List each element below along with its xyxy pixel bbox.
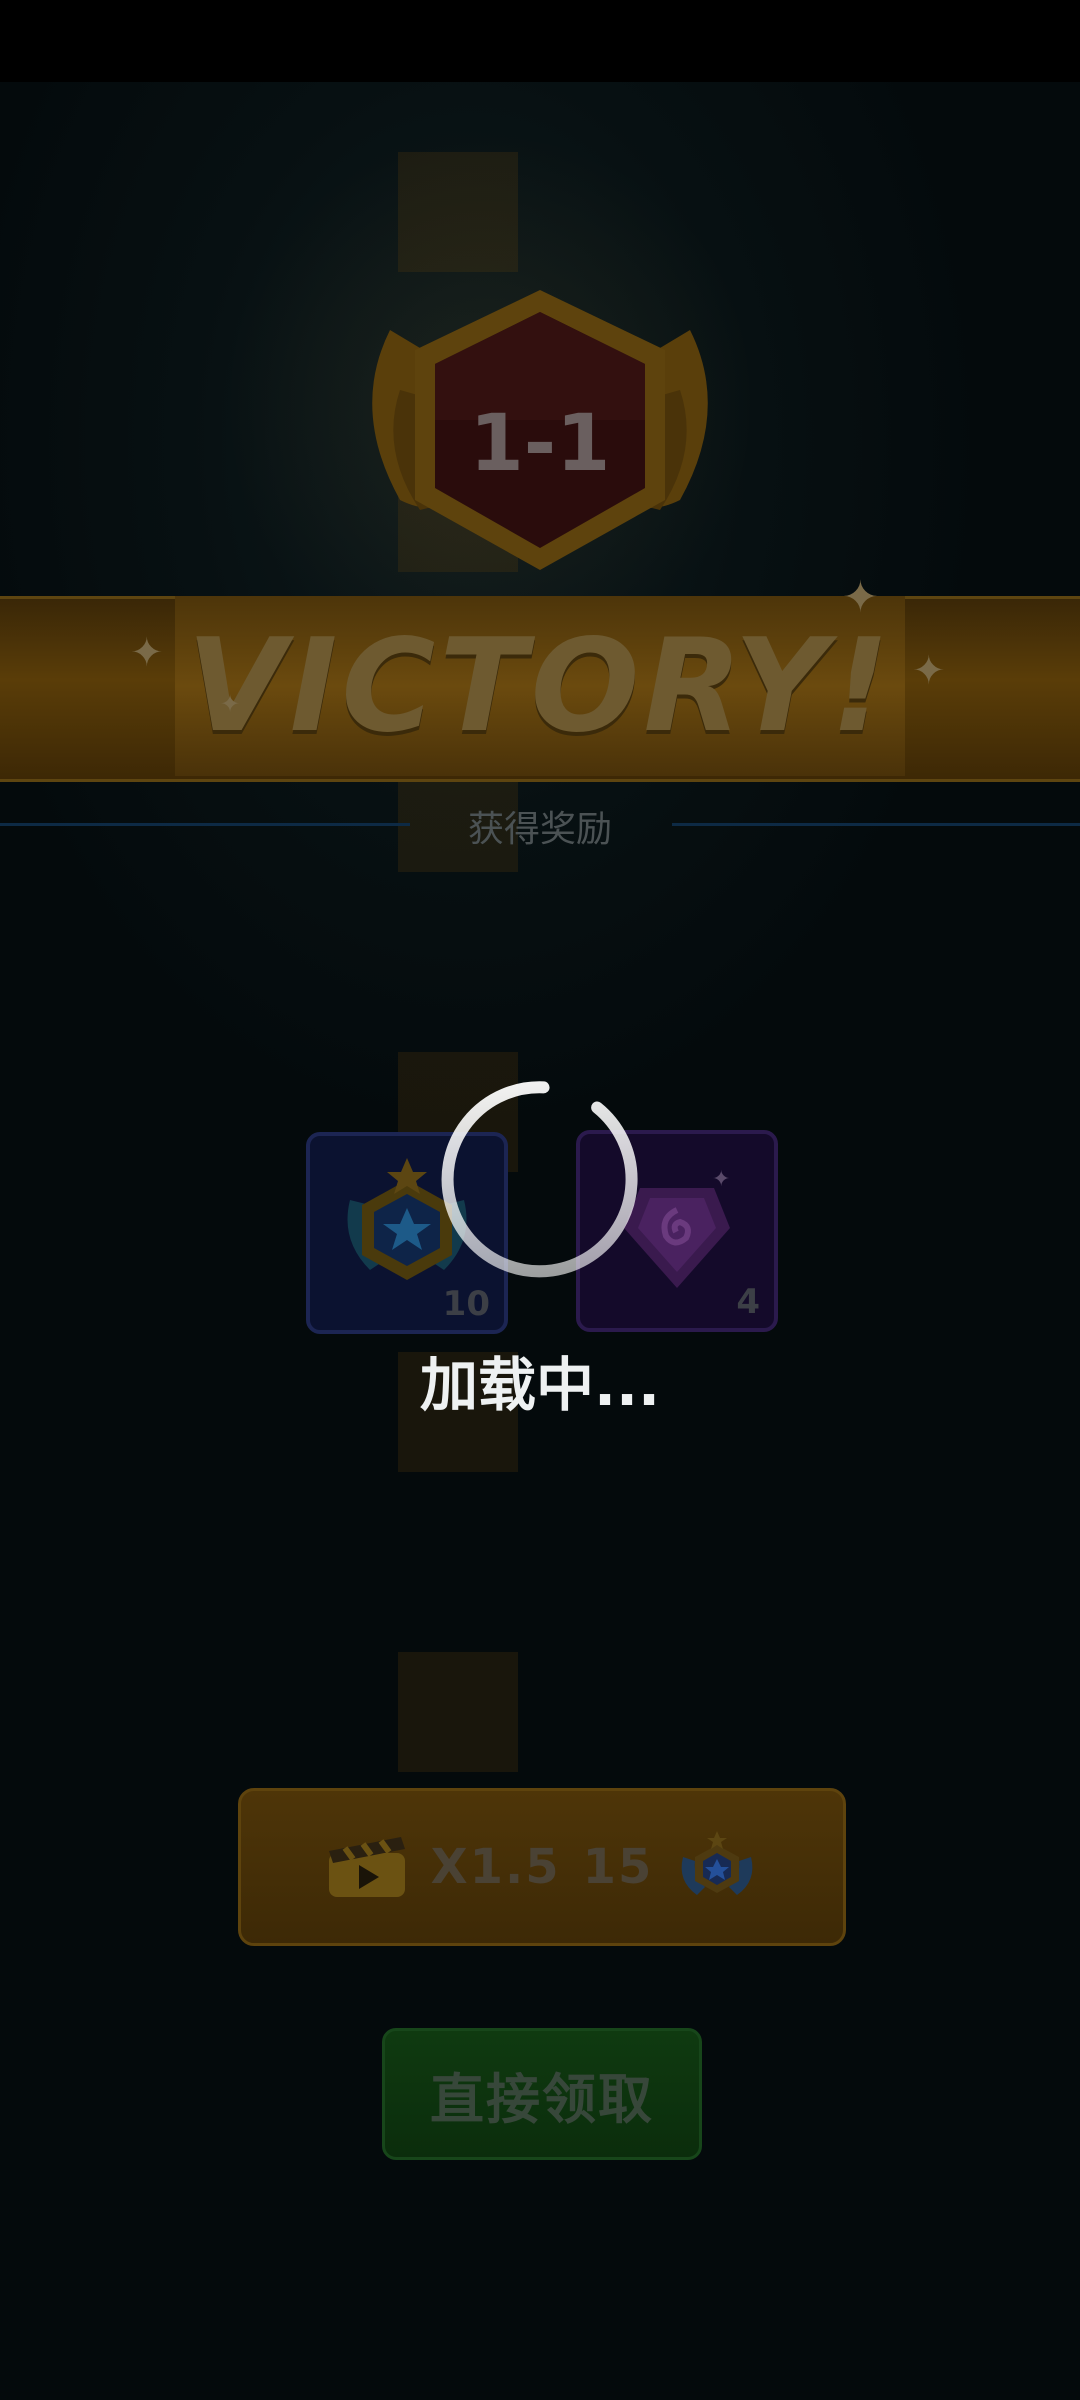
- rewards-title: 获得奖励: [467, 809, 612, 850]
- sparkle-icon: ✦: [912, 648, 946, 694]
- loading-text: 加载中...: [419, 1351, 661, 1419]
- level-label: 1-1: [470, 399, 611, 489]
- sparkle-icon: ✦: [842, 572, 879, 623]
- loading-spinner-icon: [441, 1081, 638, 1278]
- reward-count: 4: [736, 1282, 760, 1322]
- star-medal-icon: [682, 1831, 753, 1895]
- sparkle-icon: ✦: [220, 690, 241, 718]
- winged-badge-icon: 1-1: [372, 290, 708, 570]
- video-multiplier: X1.5: [430, 1839, 561, 1895]
- level-badge: 1-1: [330, 270, 750, 640]
- video-reward-amount: 15: [582, 1839, 654, 1895]
- svg-text:✦: ✦: [712, 1167, 730, 1192]
- claim-directly-button[interactable]: 直接领取: [382, 2028, 702, 2160]
- reward-count: 10: [442, 1284, 490, 1324]
- claim-directly-label: 直接领取: [430, 2067, 654, 2131]
- status-bar: [0, 0, 1080, 82]
- sparkle-icon: ✦: [130, 630, 164, 676]
- video-clapper-icon: [328, 1837, 405, 1897]
- watch-video-reward-button[interactable]: X1.5 15: [238, 1788, 846, 1946]
